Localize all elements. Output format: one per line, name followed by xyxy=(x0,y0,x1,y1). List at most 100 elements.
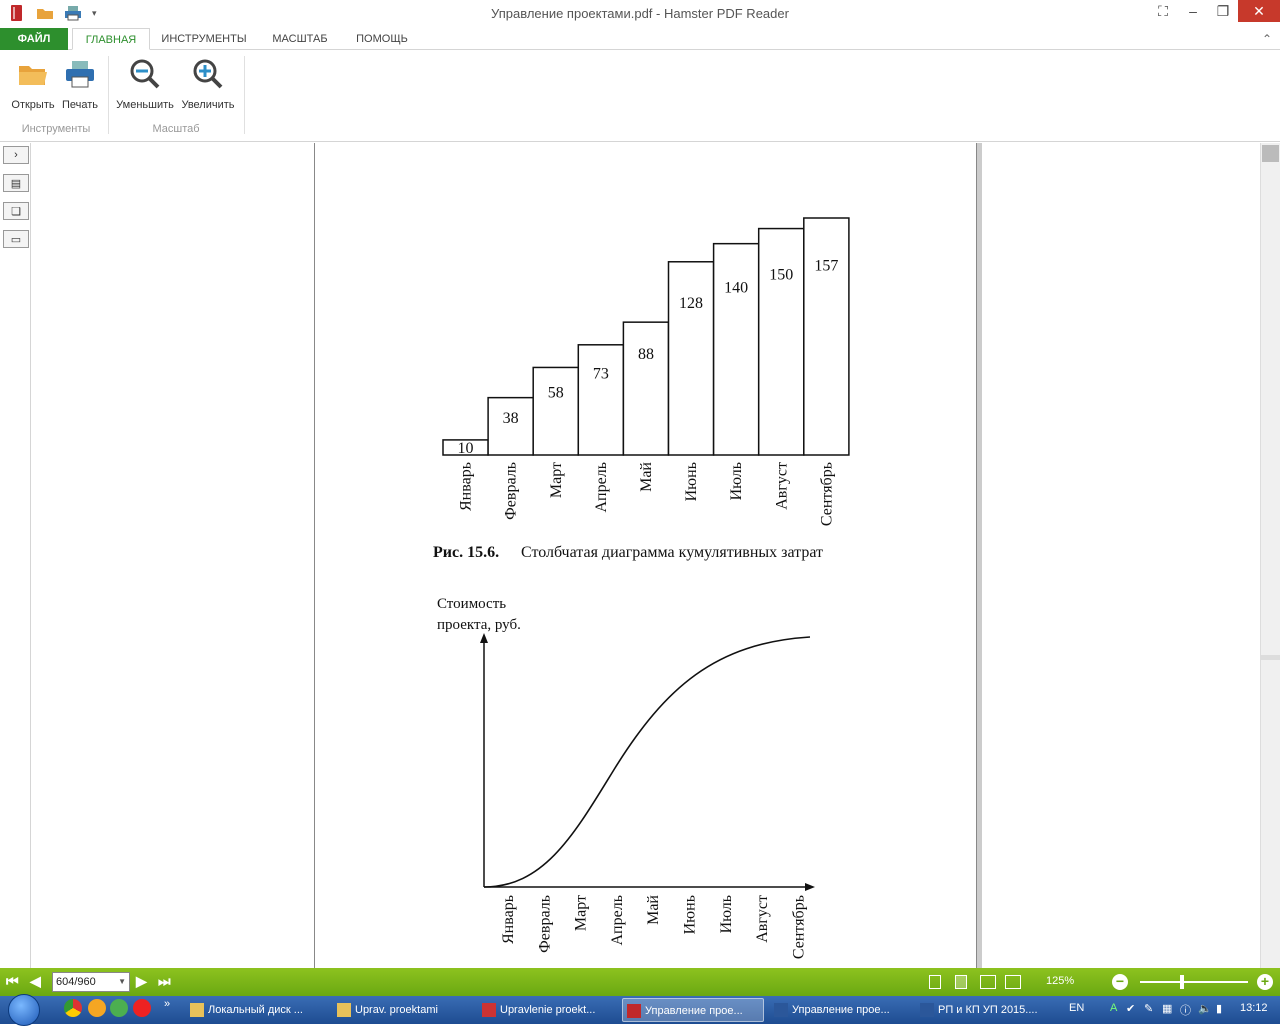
two-page-continuous-view-icon[interactable] xyxy=(1005,975,1021,989)
task-item[interactable]: Uprav. proektami xyxy=(333,998,473,1022)
ribbon-separator xyxy=(108,56,109,134)
minimize-button[interactable]: – xyxy=(1178,0,1208,22)
x-tick-label: Апрель xyxy=(593,462,610,513)
bar-value-label: 10 xyxy=(458,440,474,457)
task-item[interactable]: РП и КП УП 2015.... xyxy=(916,998,1056,1022)
task-item-active[interactable]: Управление прое... xyxy=(622,998,764,1022)
y-axis-arrow xyxy=(480,633,488,643)
zoom-out-button[interactable]: Уменьшить xyxy=(114,58,176,111)
bar xyxy=(803,217,850,456)
last-page-icon[interactable]: ⏭ xyxy=(158,973,171,990)
tray-pen-icon[interactable]: ✎ xyxy=(1144,1002,1153,1015)
bar-value-label: 73 xyxy=(593,365,609,382)
network-icon[interactable]: ▮ xyxy=(1216,1002,1222,1015)
zoom-in-button[interactable]: Увеличить xyxy=(178,58,238,111)
scroll-thumb[interactable] xyxy=(1262,145,1279,162)
x-tick-label: Август xyxy=(773,462,790,510)
open-button[interactable]: Открыть xyxy=(8,58,58,111)
task-label: Uprav. proektami xyxy=(355,1004,438,1016)
language-indicator[interactable]: EN xyxy=(1069,1002,1084,1014)
print-button[interactable]: Печать xyxy=(55,58,105,111)
thumbnails-icon[interactable]: ▤ xyxy=(3,174,29,192)
two-page-view-icon[interactable] xyxy=(980,975,996,989)
status-bar: ⏮ ◀ 604/960 ▼ ▶ ⏭ 125% − + xyxy=(0,968,1280,996)
collapse-ribbon-icon[interactable]: ⌃ xyxy=(1262,32,1272,46)
tab-file[interactable]: ФАЙЛ xyxy=(0,28,68,50)
restore-button[interactable]: ❐ xyxy=(1208,0,1238,22)
page-shadow xyxy=(977,143,982,968)
single-page-view-icon[interactable] xyxy=(929,975,941,989)
task-item[interactable]: Локальный диск ... xyxy=(186,998,326,1022)
word-icon xyxy=(774,1003,788,1017)
bar-value-label: 38 xyxy=(503,410,519,427)
x-tick-label: Март xyxy=(573,895,590,931)
line-chart: Стоимость проекта, руб. Январь Февраль Мар… xyxy=(437,596,815,959)
zoom-slider[interactable] xyxy=(1140,981,1248,983)
folder-icon xyxy=(337,1003,351,1017)
title-bar: ▾ Управление проектами.pdf - Hamster PDF… xyxy=(0,0,1280,28)
start-button[interactable] xyxy=(8,994,40,1026)
info-icon[interactable]: ⓘ xyxy=(1180,1002,1191,1018)
ribbon: Открыть Печать Уменьшить Увеличить Инстр… xyxy=(0,50,1280,142)
bar xyxy=(712,242,760,456)
pdf-icon xyxy=(482,1003,496,1017)
scroll-marker xyxy=(1261,655,1280,660)
prev-page-icon[interactable]: ◀ xyxy=(30,973,41,990)
tray-check-icon[interactable]: ✔ xyxy=(1126,1002,1135,1015)
tray-app-icon[interactable]: A xyxy=(1110,1002,1117,1014)
zoom-in-small-icon[interactable]: + xyxy=(1257,974,1273,990)
pages-icon[interactable]: ❏ xyxy=(3,202,29,220)
window-title: Управление проектами.pdf - Hamster PDF R… xyxy=(491,6,789,21)
tab-tools[interactable]: ИНСТРУМЕНТЫ xyxy=(156,28,252,50)
x-tick-label: Май xyxy=(645,895,662,925)
x-tick-label: Сентябрь xyxy=(818,462,835,526)
bar xyxy=(532,366,580,456)
ribbon-separator xyxy=(244,56,245,134)
document-view[interactable]: 10 Январь 38 Февраль 58 Март 73 Апрель 88 Май 128 И… xyxy=(31,143,1260,968)
flag-icon[interactable]: ▦ xyxy=(1162,1002,1172,1015)
next-page-icon[interactable]: ▶ xyxy=(136,973,147,990)
group-zoom-label: Масштаб xyxy=(152,123,200,135)
bar-value-label: 128 xyxy=(679,295,703,312)
clock[interactable]: 13:12 xyxy=(1240,1002,1268,1014)
chrome-icon[interactable] xyxy=(64,999,82,1017)
task-label: Управление прое... xyxy=(792,1004,890,1016)
bar-value-label: 157 xyxy=(814,258,838,275)
continuous-view-icon[interactable] xyxy=(955,975,967,989)
group-tools-label: Инструменты xyxy=(21,123,91,135)
zoom-out-label: Уменьшить xyxy=(116,99,174,111)
task-item[interactable]: Управление прое... xyxy=(770,998,910,1022)
tab-zoom[interactable]: МАСШТАБ xyxy=(262,28,338,50)
zoom-slider-handle[interactable] xyxy=(1180,975,1184,989)
bar-value-label: 88 xyxy=(638,346,654,363)
volume-icon[interactable]: 🔈 xyxy=(1198,1002,1212,1015)
x-tick-label: Июль xyxy=(718,895,735,933)
window-controls: ⛶ – ❐ ✕ xyxy=(1148,0,1280,22)
page-number-input[interactable]: 604/960 ▼ xyxy=(52,972,130,992)
mail-icon[interactable] xyxy=(88,999,106,1017)
close-button[interactable]: ✕ xyxy=(1238,0,1280,22)
yandex-icon[interactable] xyxy=(133,999,151,1017)
zoom-out-small-icon[interactable]: − xyxy=(1112,974,1128,990)
launcher-icon[interactable] xyxy=(110,999,128,1017)
expand-panel-icon[interactable]: › xyxy=(3,146,29,164)
page-dropdown-icon[interactable]: ▼ xyxy=(118,973,126,991)
vertical-scrollbar[interactable] xyxy=(1260,143,1280,968)
zoom-in-label: Увеличить xyxy=(181,99,235,111)
bookmarks-icon[interactable]: ▭ xyxy=(3,230,29,248)
tab-help[interactable]: ПОМОЩЬ xyxy=(346,28,418,50)
tab-home[interactable]: ГЛАВНАЯ xyxy=(72,28,150,50)
pdf-page: 10 Январь 38 Февраль 58 Март 73 Апрель 88 Май 128 И… xyxy=(314,143,977,968)
folder-icon xyxy=(19,66,47,85)
x-tick-label: Январь xyxy=(500,895,517,944)
cost-curve xyxy=(483,636,811,888)
figure-caption: Столбчатая диаграмма кумулятивных затрат xyxy=(521,544,823,561)
fullscreen-icon[interactable]: ⛶ xyxy=(1148,0,1178,22)
x-tick-label: Февраль xyxy=(536,895,553,953)
taskbar-overflow-icon[interactable]: » xyxy=(164,998,170,1010)
x-tick-label: Март xyxy=(548,462,565,498)
task-item[interactable]: Upravlenie proekt... xyxy=(478,998,618,1022)
first-page-icon[interactable]: ⏮ xyxy=(6,973,19,990)
y-axis-label-line2: проекта, руб. xyxy=(437,617,521,633)
figure-caption-prefix: Рис. 15.6. xyxy=(433,544,499,561)
